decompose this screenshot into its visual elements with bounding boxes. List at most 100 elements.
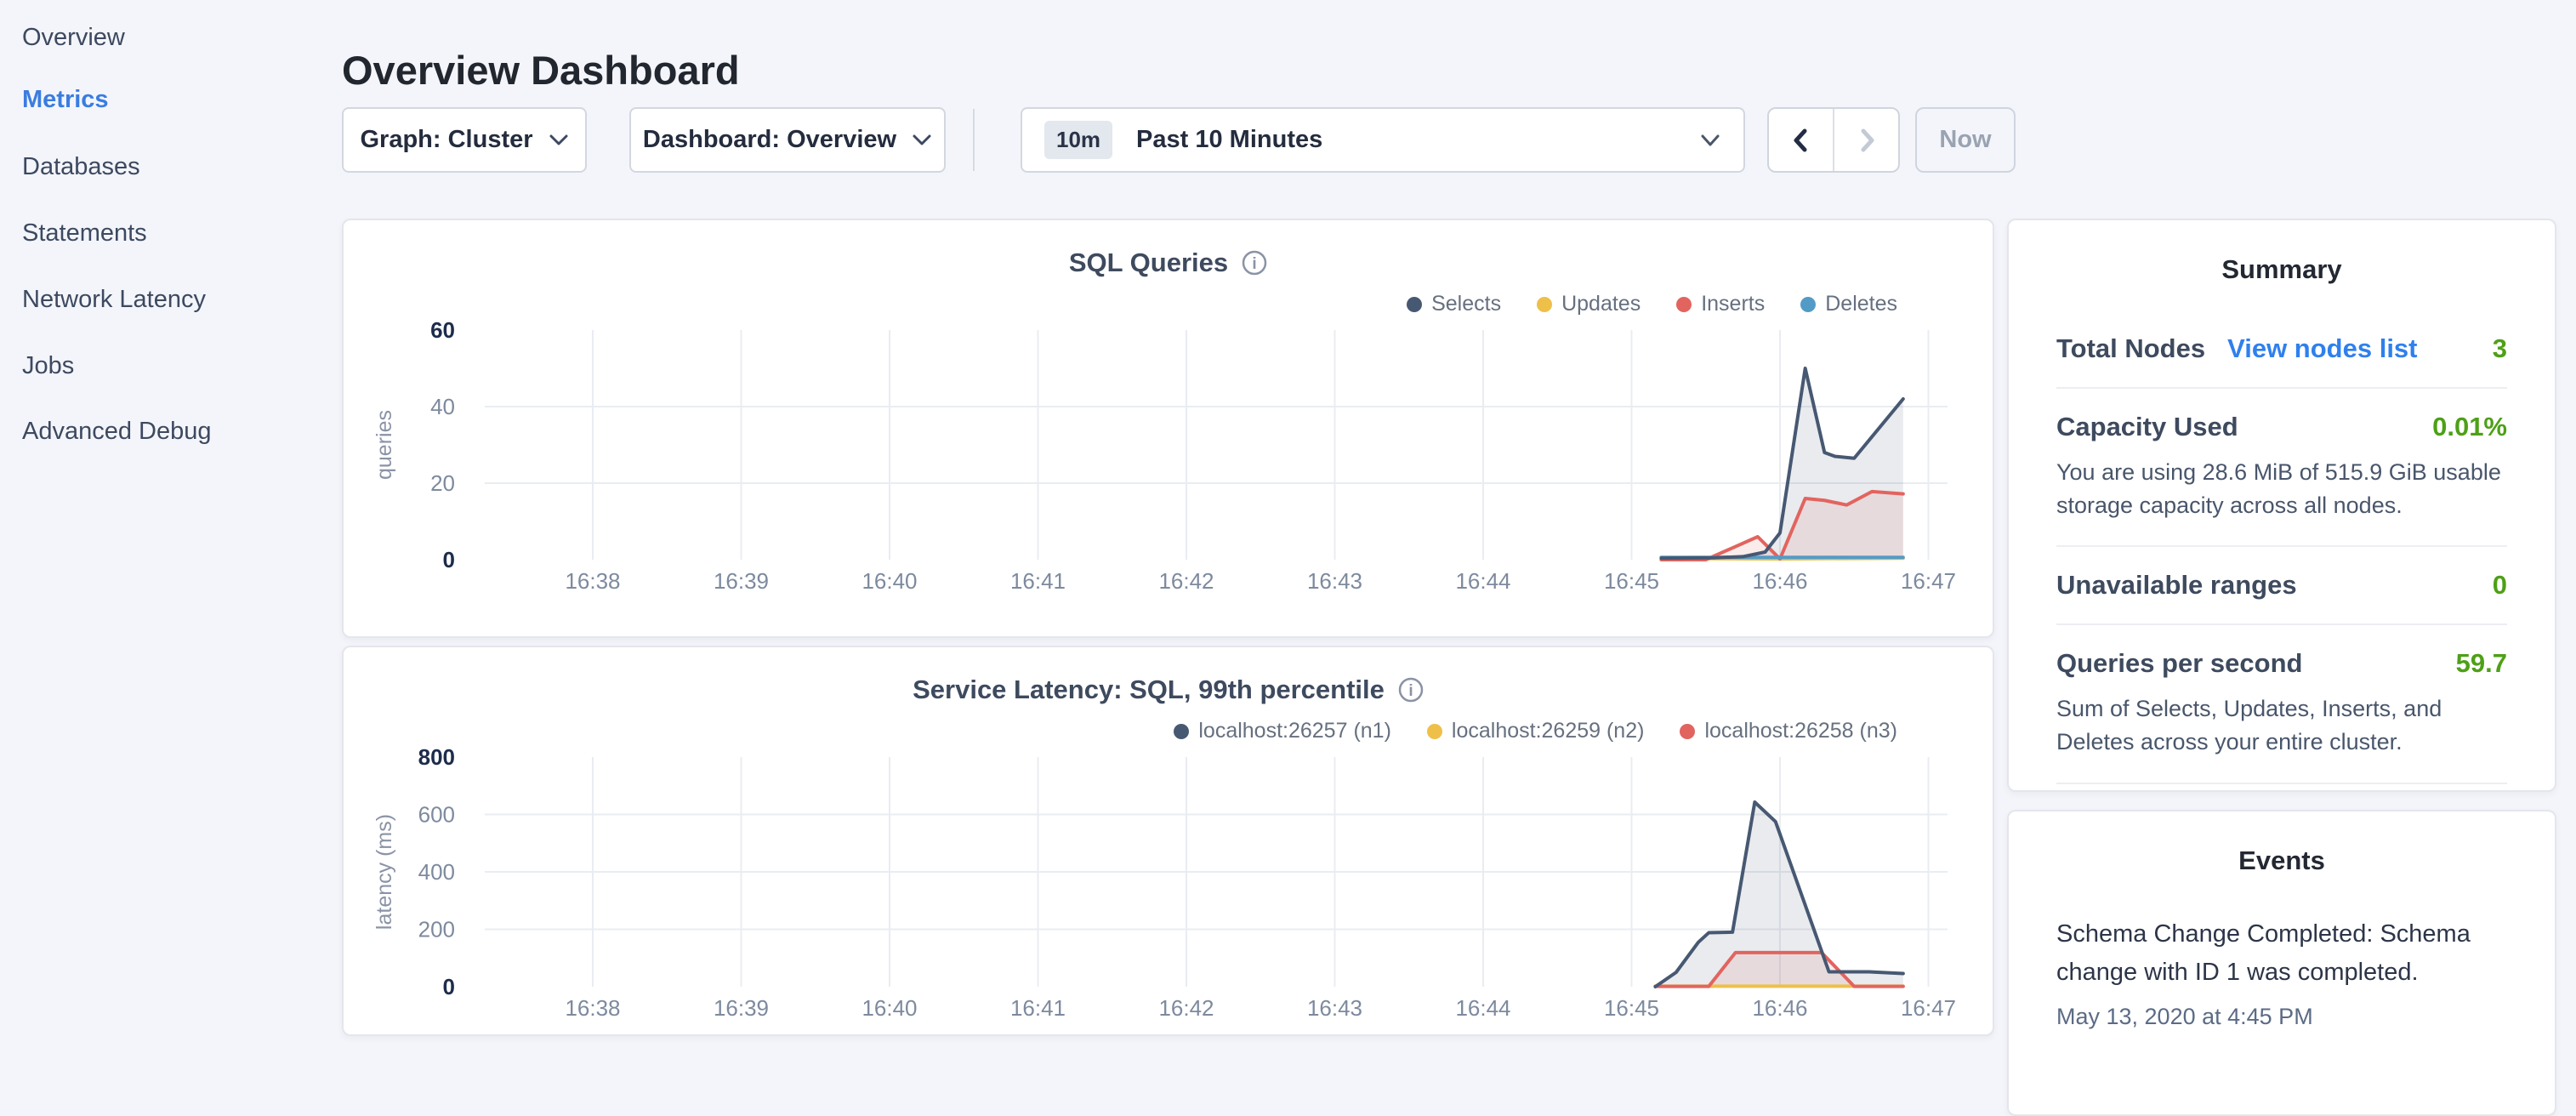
sql-queries-chart-card: SQL Queries i Selects Updates Inserts Delet… [342,219,1994,638]
service-latency-chart-card: Service Latency: SQL, 99th percentile i … [342,646,1994,1036]
x-tick-label: 16:45 [1604,568,1659,594]
summary-rows: Total Nodes View nodes list 3 Capacity U… [2056,310,2507,861]
legend-label: localhost:26259 (n2) [1452,719,1645,743]
summary-row-unavailable-ranges: Unavailable ranges 0 [2056,547,2507,625]
now-button[interactable]: Now [1915,107,2016,173]
sidebar-item-metrics[interactable]: Metrics [22,86,109,114]
x-tick-label: 16:45 [1604,995,1659,1021]
x-tick-label: 16:46 [1752,568,1807,594]
next-timeframe-button[interactable] [1833,109,1898,171]
summary-row-queries-per-second: Queries per second 59.7 Sum of Selects, … [2056,625,2507,783]
metrics-overview-page: { "sidebar": { "items": [ {"label": "Ove… [0,0,2576,1051]
events-heading: Events [2009,811,2555,876]
sidebar-item-advanced-debug[interactable]: Advanced Debug [22,418,212,446]
legend-item: Inserts [1676,292,1765,316]
chart-title-text: Service Latency: SQL, 99th percentile [913,675,1385,705]
summary-row-total-nodes: Total Nodes View nodes list 3 [2056,310,2507,389]
summary-row-description: Sum of Selects, Updates, Inserts, and De… [2056,692,2507,759]
x-tick-label: 16:42 [1158,995,1214,1021]
x-tick-label: 16:40 [862,568,917,594]
sidebar-item-statements[interactable]: Statements [22,219,147,248]
x-tick-label: 16:39 [714,995,769,1021]
event-item[interactable]: Schema Change Completed: Schema change w… [2056,915,2507,1030]
chevron-left-icon [1789,127,1813,154]
legend-label: Updates [1561,292,1641,316]
dashboard-dropdown[interactable]: Dashboard: Overview [629,107,946,173]
y-tick-label: 400 [418,859,455,885]
chart-title: Service Latency: SQL, 99th percentile i [344,675,1993,705]
legend-dot-icon [1174,724,1189,739]
x-tick-label: 16:44 [1455,568,1510,594]
y-tick-label: 20 [430,470,455,496]
previous-timeframe-button[interactable] [1769,109,1833,171]
time-range-label: Past 10 Minutes [1136,126,1699,154]
y-tick-label: 0 [443,974,455,999]
time-range-badge: 10m [1044,121,1112,159]
legend-label: localhost:26257 (n1) [1198,719,1391,743]
legend-label: Selects [1431,292,1501,316]
x-tick-label: 16:39 [714,568,769,594]
y-tick-label: 200 [418,917,455,942]
chevron-down-icon [549,134,569,146]
chevron-down-icon [912,134,932,146]
chevron-down-icon [1699,134,1721,147]
summary-row-label: Queries per second [2056,648,2302,679]
y-axis-title: latency (ms) [372,814,396,930]
sql-queries-chart[interactable]: 16:3816:3916:4016:4116:4216:4316:4416:45… [357,316,1982,596]
legend-item: Selects [1407,292,1501,316]
legend-item: Deletes [1800,292,1897,316]
x-tick-label: 16:41 [1010,995,1066,1021]
legend-dot-icon [1800,297,1816,312]
legend-label: Inserts [1701,292,1765,316]
event-message: Schema Change Completed: Schema change w… [2056,915,2507,992]
chart-title: SQL Queries i [344,248,1993,278]
legend-item: localhost:26258 (n3) [1680,719,1897,743]
summary-row-label: Unavailable ranges [2056,570,2297,601]
summary-row-value: 3 [2493,333,2507,364]
sidebar-item-overview[interactable]: Overview [22,24,125,52]
x-tick-label: 16:41 [1010,568,1066,594]
summary-row-description: You are using 28.6 MiB of 515.9 GiB usab… [2056,456,2507,522]
y-tick-label: 600 [418,802,455,828]
legend-item: Updates [1537,292,1641,316]
y-tick-label: 60 [430,317,455,343]
legend-item: localhost:26257 (n1) [1174,719,1391,743]
x-tick-label: 16:47 [1901,995,1956,1021]
graph-scope-dropdown[interactable]: Graph: Cluster [342,107,587,173]
sidebar: Overview Metrics Databases Statements Ne… [0,0,340,1051]
sidebar-item-jobs[interactable]: Jobs [22,352,74,380]
legend-item: localhost:26259 (n2) [1427,719,1645,743]
info-icon[interactable]: i [1242,250,1267,276]
time-window-nav [1767,107,1900,173]
toolbar-divider [973,109,975,171]
event-timestamp: May 13, 2020 at 4:45 PM [2056,1004,2507,1030]
graph-scope-dropdown-label: Graph: Cluster [360,126,532,154]
x-tick-label: 16:46 [1752,995,1807,1021]
page-title: Overview Dashboard [342,47,740,94]
chart-legend: Selects Updates Inserts Deletes [1407,292,1897,316]
info-icon[interactable]: i [1398,677,1424,703]
legend-label: Deletes [1825,292,1897,316]
summary-row-capacity-used: Capacity Used 0.01% You are using 28.6 M… [2056,389,2507,547]
view-nodes-list-link[interactable]: View nodes list [2227,333,2417,364]
legend-dot-icon [1427,724,1442,739]
summary-row-value: 0.01% [2432,412,2507,442]
x-tick-label: 16:38 [565,995,620,1021]
service-latency-chart[interactable]: 16:3816:3916:4016:4116:4216:4316:4416:45… [357,743,1982,1023]
time-range-selector[interactable]: 10m Past 10 Minutes [1021,107,1745,173]
x-tick-label: 16:43 [1307,995,1362,1021]
x-tick-label: 16:44 [1455,995,1510,1021]
chart-title-text: SQL Queries [1069,248,1228,278]
summary-panel: Summary Total Nodes View nodes list 3 Ca… [2007,219,2556,792]
sidebar-item-network-latency[interactable]: Network Latency [22,286,206,314]
legend-dot-icon [1676,297,1692,312]
y-tick-label: 800 [418,744,455,770]
y-axis-title: queries [372,410,396,480]
x-tick-label: 16:42 [1158,568,1214,594]
legend-dot-icon [1537,297,1552,312]
chevron-right-icon [1855,127,1879,154]
sidebar-item-databases[interactable]: Databases [22,153,140,181]
events-list: Schema Change Completed: Schema change w… [2056,915,2507,1030]
dashboard-dropdown-label: Dashboard: Overview [643,126,896,154]
legend-dot-icon [1680,724,1695,739]
